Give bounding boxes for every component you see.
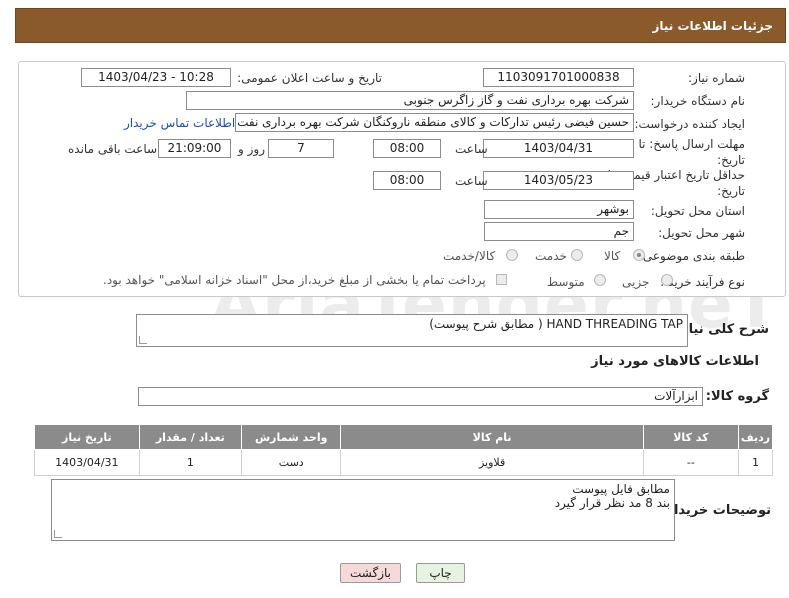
buyer-notes-line-1: مطابق فایل پیوست [572, 482, 670, 496]
table-header-row: ردیف کد کالا نام کالا واحد شمارش تعداد /… [34, 424, 773, 450]
announce-datetime-field[interactable]: 1403/04/23 - 10:28 [81, 68, 231, 87]
city-field[interactable]: جم [484, 222, 634, 241]
requester-field[interactable]: حسین فیضی رئیس تدارکات و کالای منطقه نار… [235, 113, 634, 132]
back-button[interactable]: بازگشت [340, 563, 401, 583]
col-header-quantity: تعداد / مقدار [138, 424, 243, 450]
payment-note: پرداخت تمام یا بخشی از مبلغ خرید،از محل … [103, 273, 486, 287]
category-radio-service[interactable] [571, 249, 583, 261]
items-section-title: اطلاعات کالاهای مورد نیاز [591, 354, 759, 369]
category-label: طبقه بندی موضوعی: [638, 249, 745, 263]
days-field[interactable]: 7 [268, 139, 334, 158]
description-textarea[interactable]: HAND THREADING TAP ( مطابق شرح پیوست) [136, 314, 688, 347]
col-header-unit: واحد شمارش [240, 424, 342, 450]
print-button[interactable]: چاپ [416, 563, 465, 583]
cell-row-number: 1 [738, 449, 773, 476]
col-header-need-date: تاریخ نیاز [34, 424, 140, 450]
validity-time-label: ساعت [455, 174, 488, 188]
province-label: استان محل تحویل: [650, 204, 745, 218]
process-option-minor: جزیی [622, 275, 650, 289]
deadline-time-field[interactable]: 08:00 [373, 139, 441, 158]
process-option-medium: متوسط [547, 275, 585, 289]
requester-label: ایجاد کننده درخواست: [634, 117, 745, 131]
city-label: شهر محل تحویل: [658, 226, 745, 240]
contact-info-link[interactable]: اطلاعات تماس خریدار [124, 116, 235, 130]
category-option-both: کالا/خدمت [443, 249, 496, 263]
buyer-org-label: نام دستگاه خریدار: [650, 94, 746, 108]
description-label: شرح کلی نیاز: [675, 322, 769, 337]
cell-item-name: قلاویز [340, 449, 644, 476]
category-radio-both[interactable] [506, 249, 518, 261]
process-radio-minor[interactable] [661, 274, 673, 286]
buyer-notes-line-2: بند 8 مد نظر قرار گیرد [554, 496, 670, 510]
items-table: ردیف کد کالا نام کالا واحد شمارش تعداد /… [34, 424, 773, 476]
deadline-time-label: ساعت [455, 142, 488, 156]
days-label: روز و [238, 142, 265, 156]
deadline-date-field[interactable]: 1403/04/31 [483, 139, 634, 158]
page-header: جزئیات اطلاعات نیاز [15, 8, 786, 43]
need-number-field[interactable]: 1103091701000838 [483, 68, 634, 87]
resize-handle-icon[interactable] [139, 336, 147, 344]
category-option-service: خدمت [535, 249, 567, 263]
payment-treasury-checkbox[interactable] [496, 274, 507, 285]
category-option-goods: کالا [604, 249, 621, 263]
cell-item-code: -- [642, 449, 740, 476]
announce-label: تاریخ و ساعت اعلان عمومی: [237, 71, 382, 85]
description-text: HAND THREADING TAP ( مطابق شرح پیوست) [429, 317, 683, 331]
page-title: جزئیات اطلاعات نیاز [652, 19, 773, 33]
deadline-label: مهلت ارسال پاسخ: تا تاریخ: [638, 137, 745, 167]
province-field[interactable]: بوشهر [484, 200, 634, 219]
process-label: نوع فرآیند خرید : [660, 275, 745, 289]
item-group-field[interactable]: ابزارآلات [138, 387, 703, 406]
need-number-label: شماره نیاز: [688, 71, 745, 85]
cell-need-date: 1403/04/31 [34, 449, 140, 476]
col-header-item-code: کد کالا [642, 424, 740, 450]
buyer-org-field[interactable]: شرکت بهره برداری نفت و گاز زاگرس جنوبی [186, 91, 634, 110]
table-row[interactable]: 1 -- قلاویز دست 1 1403/04/31 [34, 449, 773, 476]
buyer-notes-label: توضیحات خریدار: [661, 503, 771, 518]
cell-quantity: 1 [138, 449, 243, 476]
remaining-time-field[interactable]: 21:09:00 [158, 139, 231, 158]
col-header-item-name: نام کالا [340, 424, 644, 450]
resize-handle-icon[interactable] [54, 530, 62, 538]
cell-unit: دست [240, 449, 342, 476]
process-radio-medium[interactable] [594, 274, 606, 286]
item-group-label: گروه کالا: [705, 389, 769, 404]
buyer-notes-textarea[interactable]: مطابق فایل پیوست بند 8 مد نظر قرار گیرد [51, 479, 675, 541]
validity-time-field[interactable]: 08:00 [373, 171, 441, 190]
remaining-label: ساعت باقی مانده [68, 142, 158, 156]
validity-date-field[interactable]: 1403/05/23 [483, 171, 634, 190]
category-radio-goods[interactable] [633, 249, 645, 261]
col-header-row-number: ردیف [738, 424, 773, 450]
